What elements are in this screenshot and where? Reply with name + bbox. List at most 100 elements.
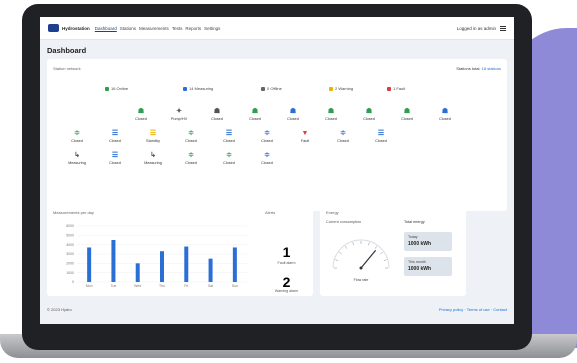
station-item[interactable]: ☗ Closed — [197, 107, 237, 129]
station-item[interactable]: ☰ Standby — [133, 129, 173, 151]
footer-links[interactable]: Privacy policy · Terms of use · Contact — [439, 307, 507, 312]
station-item[interactable]: ☗ Closed — [387, 107, 427, 129]
y-tick-label: 2000 — [66, 262, 74, 266]
station-item[interactable]: ✦ Pump/HV — [159, 107, 199, 129]
legend-item[interactable]: 16 Online — [105, 86, 128, 91]
legend-item[interactable]: 14 Measuring — [183, 86, 213, 91]
station-item[interactable]: ☗ Closed — [349, 107, 389, 129]
alerts-card: Alerts 1 Fault alarm 2 Warning alarm — [260, 204, 313, 296]
station-item[interactable]: ↳ Measuring — [57, 151, 97, 173]
bar — [184, 246, 189, 282]
stations-total-link[interactable]: 18 stations — [482, 66, 501, 71]
station-label: Closed — [337, 139, 349, 143]
station-icon: ↳ — [150, 152, 156, 159]
x-tick-label: Thu — [159, 284, 165, 288]
station-item[interactable]: ≑ Closed — [171, 129, 211, 151]
station-icon: ☗ — [365, 108, 373, 115]
station-item[interactable]: ☰ Closed — [95, 151, 135, 173]
station-label: Closed — [363, 117, 375, 121]
station-item[interactable]: ↳ Measuring — [133, 151, 173, 173]
gauge-hub — [359, 266, 363, 270]
fault-alarm-label: Fault alarm — [277, 261, 296, 265]
nav-tests[interactable]: Tests — [172, 26, 183, 31]
station-label: Closed — [261, 139, 273, 143]
legend-item[interactable]: 2 Warning — [329, 86, 353, 91]
station-icon: ☗ — [289, 108, 297, 115]
energy-card-title: Energy — [326, 210, 339, 215]
topbar-right: Logged in as admin — [457, 25, 506, 31]
station-label: Measuring — [144, 161, 162, 165]
nav-dashboard[interactable]: Dashboard — [95, 26, 117, 31]
legend-label: 16 Online — [111, 86, 129, 91]
x-tick-label: Tue — [110, 284, 116, 288]
y-tick-label: 4000 — [66, 243, 74, 247]
station-legend: 16 Online 14 Measuring 0 Offline 2 Warning 1… — [47, 86, 507, 94]
station-item[interactable]: ☰ Closed — [95, 129, 135, 151]
x-tick-label: Wed — [134, 284, 141, 288]
station-icon: ✦ — [176, 108, 182, 115]
nav-measurements[interactable]: Measurements — [139, 26, 169, 31]
nav-reports[interactable]: Reports — [185, 26, 201, 31]
station-label: Fault — [300, 139, 310, 143]
station-item[interactable]: ☗ Closed — [235, 107, 275, 129]
bar — [111, 240, 116, 282]
station-item[interactable]: ☰ Closed — [361, 129, 401, 151]
station-item[interactable]: ≑ Closed — [171, 151, 211, 173]
station-label: Closed — [287, 117, 299, 121]
station-label: Closed — [223, 139, 235, 143]
station-label: Closed — [325, 117, 337, 121]
app-logo[interactable] — [48, 24, 59, 32]
station-icon: ≑ — [340, 130, 346, 137]
station-label: Closed — [439, 117, 451, 121]
flow-gauge — [332, 239, 390, 270]
warning-alarm-label: Warning alarm — [274, 289, 299, 293]
station-icon: ☰ — [149, 130, 157, 137]
station-icon: ↳ — [74, 152, 80, 159]
station-icon: ≑ — [226, 152, 232, 159]
laptop-screen: Hydrostation Dashboard Stations Measurem… — [40, 17, 514, 324]
gauge-tick — [383, 259, 387, 261]
station-item[interactable]: ≑ Closed — [323, 129, 363, 151]
station-item[interactable]: ☗ Closed — [311, 107, 351, 129]
station-label: Closed — [185, 139, 197, 143]
brand-name[interactable]: Hydrostation — [62, 26, 90, 31]
legend-item[interactable]: 1 Fault — [387, 86, 405, 91]
user-info[interactable]: Logged in as admin — [457, 26, 496, 31]
x-tick-label: Mon — [86, 284, 93, 288]
energy-subtitle: Current consumption — [326, 220, 362, 224]
station-icon: ☰ — [111, 130, 119, 137]
gauge-tick — [344, 246, 348, 249]
station-label: Closed — [109, 161, 121, 165]
warning-alarm-count[interactable]: 2 — [260, 274, 313, 290]
legend-item[interactable]: 0 Offline — [261, 86, 282, 91]
gauge-needle — [360, 249, 377, 269]
station-label: Closed — [211, 117, 223, 121]
top-navigation-bar: Hydrostation Dashboard Stations Measurem… — [40, 17, 514, 40]
station-icon: ☰ — [111, 152, 119, 159]
chart-title: Measurements per day — [53, 210, 94, 215]
station-icon: ≑ — [188, 152, 194, 159]
nav-stations[interactable]: Stations — [120, 26, 136, 31]
station-item[interactable]: ≑ Closed — [247, 151, 287, 173]
fault-alarm-count[interactable]: 1 — [260, 244, 313, 260]
y-tick-label: 0 — [72, 280, 74, 284]
station-item[interactable]: ☗ Closed — [273, 107, 313, 129]
gauge-tick — [352, 242, 354, 246]
x-tick-label: Sat — [208, 284, 213, 288]
menu-icon[interactable] — [500, 25, 506, 31]
station-label: Closed — [135, 117, 147, 121]
station-item[interactable]: ≑ Closed — [57, 129, 97, 151]
station-item[interactable]: ☰ Closed — [209, 129, 249, 151]
stat-today-label: Today — [408, 235, 418, 239]
legend-dot-icon — [183, 86, 187, 91]
station-label: Measuring — [68, 161, 86, 165]
station-icon: ☰ — [225, 130, 233, 137]
station-item[interactable]: ☗ Closed — [121, 107, 161, 129]
legend-label: 2 Warning — [335, 86, 354, 91]
station-item[interactable]: ≑ Closed — [247, 129, 287, 151]
nav-settings[interactable]: Settings — [204, 26, 220, 31]
station-item[interactable]: ≑ Closed — [209, 151, 249, 173]
station-item[interactable]: ☗ Closed — [425, 107, 465, 129]
stations-total-label: Stations total: — [456, 66, 481, 71]
station-item[interactable]: ▼ Fault — [285, 129, 325, 151]
